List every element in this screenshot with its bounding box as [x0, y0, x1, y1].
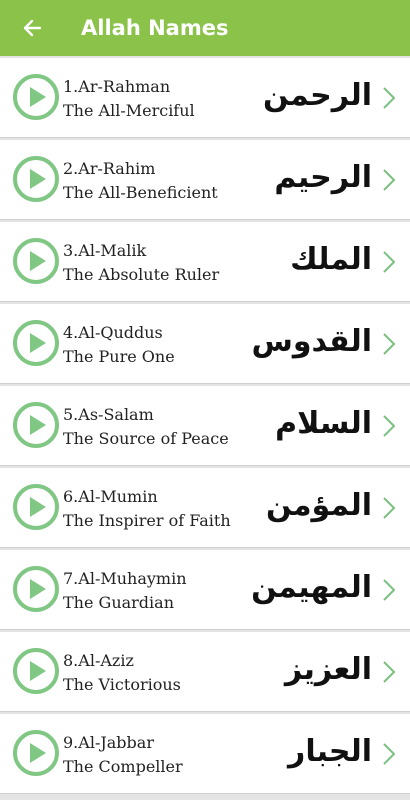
back-button[interactable]: [20, 16, 44, 40]
play-icon: [30, 661, 46, 681]
arabic-calligraphy: القدوس: [251, 324, 372, 359]
list-item[interactable]: 4.Al-Quddus The Pure One القدوس: [0, 304, 410, 384]
play-button[interactable]: [13, 156, 59, 202]
list-item[interactable]: 7.Al-Muhaymin The Guardian المهيمن: [0, 550, 410, 630]
names-list: 1.Ar-Rahman The All-Merciful الرحمن 2.Ar…: [0, 58, 410, 796]
name-transliteration: 2.Ar-Rahim: [63, 159, 156, 178]
name-transliteration: 7.Al-Muhaymin: [63, 569, 187, 588]
arabic-calligraphy: الرحمن: [263, 78, 372, 113]
arabic-calligraphy: المؤمن: [265, 488, 372, 523]
play-button[interactable]: [13, 484, 59, 530]
arabic-calligraphy: العزيز: [284, 652, 372, 687]
name-meaning: The Inspirer of Faith: [63, 511, 231, 530]
play-icon: [30, 251, 46, 271]
chevron-right-icon: [383, 743, 396, 765]
play-button[interactable]: [13, 566, 59, 612]
name-meaning: The Source of Peace: [63, 429, 229, 448]
page-title: Allah Names: [81, 16, 229, 40]
arabic-calligraphy: الرحيم: [274, 160, 372, 195]
name-transliteration: 1.Ar-Rahman: [63, 77, 171, 96]
chevron-right-icon: [383, 169, 396, 191]
play-button[interactable]: [13, 320, 59, 366]
list-item[interactable]: 2.Ar-Rahim The All-Beneficient الرحيم: [0, 140, 410, 220]
arabic-calligraphy: السلام: [275, 406, 372, 441]
play-icon: [30, 169, 46, 189]
chevron-right-icon: [383, 333, 396, 355]
name-transliteration: 5.As-Salam: [63, 405, 154, 424]
play-icon: [30, 579, 46, 599]
name-transliteration: 6.Al-Mumin: [63, 487, 158, 506]
name-meaning: The Victorious: [63, 675, 181, 694]
name-meaning: The Absolute Ruler: [63, 265, 220, 284]
name-transliteration: 8.Al-Aziz: [63, 651, 134, 670]
name-meaning: The Pure One: [63, 347, 175, 366]
chevron-right-icon: [383, 87, 396, 109]
play-icon: [30, 415, 46, 435]
name-meaning: The Compeller: [63, 757, 183, 776]
list-item[interactable]: 8.Al-Aziz The Victorious العزيز: [0, 632, 410, 712]
chevron-right-icon: [383, 497, 396, 519]
name-meaning: The All-Merciful: [63, 101, 195, 120]
play-icon: [30, 497, 46, 517]
arabic-calligraphy: الجبار: [288, 734, 372, 769]
chevron-right-icon: [383, 415, 396, 437]
name-meaning: The All-Beneficient: [63, 183, 218, 202]
chevron-right-icon: [383, 251, 396, 273]
chevron-right-icon: [383, 579, 396, 601]
list-item[interactable]: 6.Al-Mumin The Inspirer of Faith المؤمن: [0, 468, 410, 548]
play-icon: [30, 333, 46, 353]
play-button[interactable]: [13, 238, 59, 284]
app-bar: Allah Names: [0, 0, 410, 56]
name-transliteration: 3.Al-Malik: [63, 241, 147, 260]
list-item[interactable]: 9.Al-Jabbar The Compeller الجبار: [0, 714, 410, 794]
arrow-back-icon: [23, 19, 42, 37]
name-meaning: The Guardian: [63, 593, 175, 612]
list-item[interactable]: 1.Ar-Rahman The All-Merciful الرحمن: [0, 58, 410, 138]
chevron-right-icon: [383, 661, 396, 683]
play-button[interactable]: [13, 648, 59, 694]
arabic-calligraphy: الملك: [290, 242, 372, 277]
play-button[interactable]: [13, 74, 59, 120]
play-button[interactable]: [13, 730, 59, 776]
name-transliteration: 4.Al-Quddus: [63, 323, 163, 342]
list-item[interactable]: 5.As-Salam The Source of Peace السلام: [0, 386, 410, 466]
list-item[interactable]: 3.Al-Malik The Absolute Ruler الملك: [0, 222, 410, 302]
play-button[interactable]: [13, 402, 59, 448]
play-icon: [30, 743, 46, 763]
play-icon: [30, 87, 46, 107]
name-transliteration: 9.Al-Jabbar: [63, 733, 154, 752]
arabic-calligraphy: المهيمن: [251, 570, 372, 605]
